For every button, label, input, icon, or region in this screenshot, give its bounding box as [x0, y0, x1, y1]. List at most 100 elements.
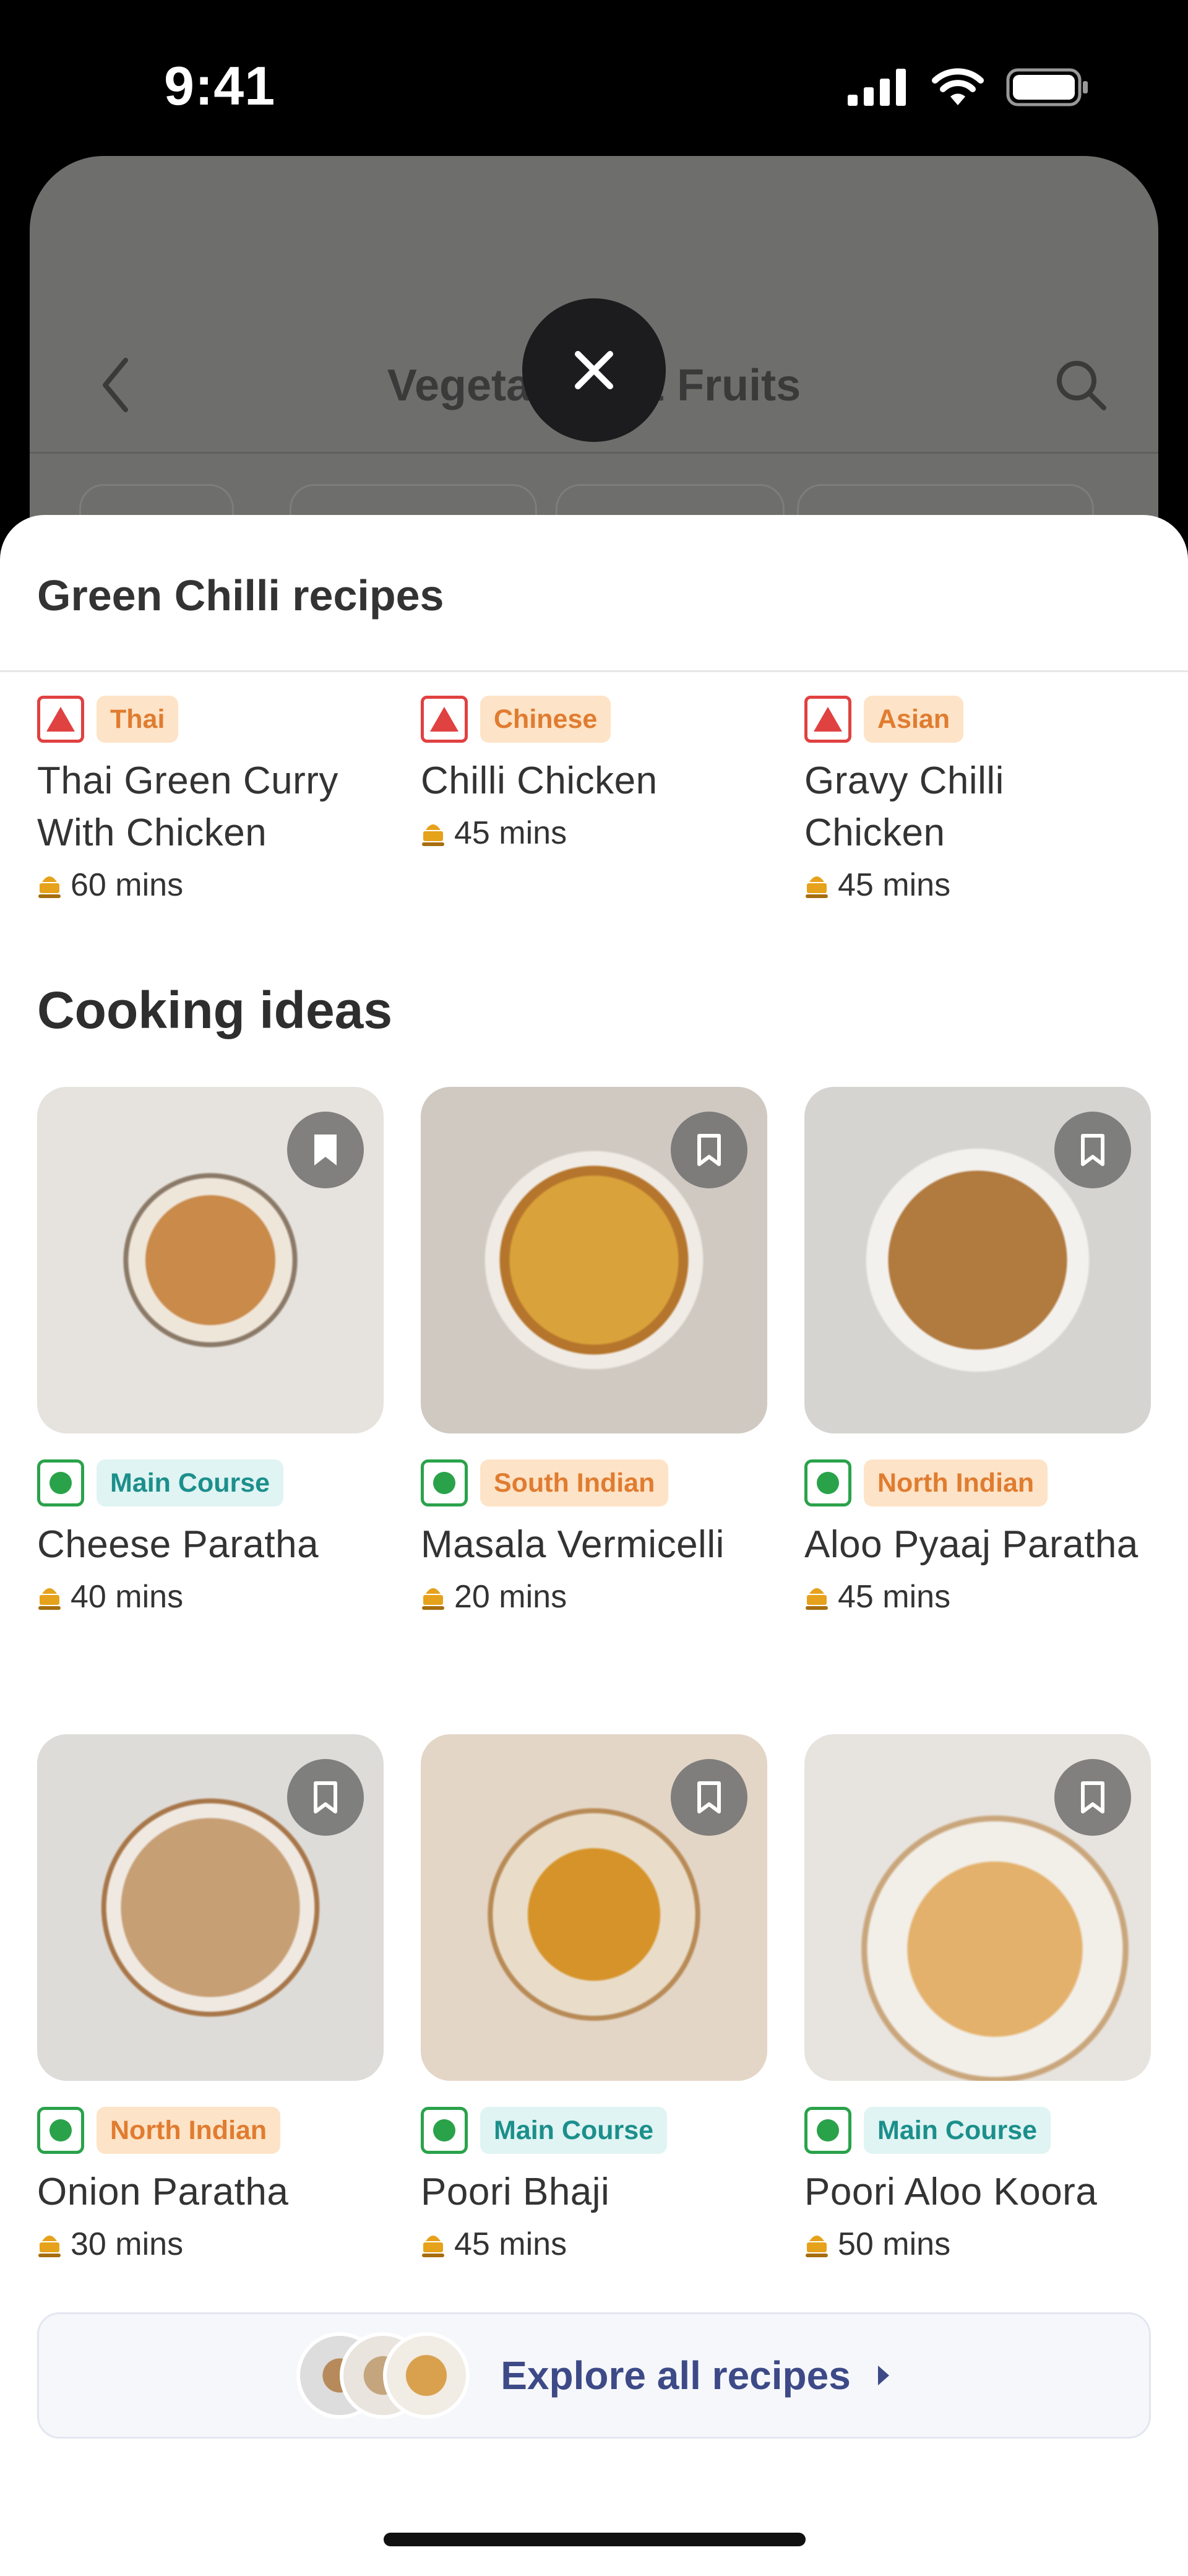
recipes-bottom-sheet: Green Chilli recipes Thai Thai Green Cur… [0, 515, 1188, 2576]
cellular-signal-icon [848, 69, 906, 106]
bookmark-outline-icon [697, 1781, 721, 1813]
cooking-ideas-title: Cooking ideas [37, 981, 393, 1039]
recipe-name: Poori Bhaji [421, 2171, 610, 2213]
cooking-idea-card[interactable]: South Indian Masala Vermicelli 20 mins [421, 1087, 767, 1615]
explore-thumbnails [296, 2332, 476, 2419]
cuisine-tag: Asian [864, 696, 964, 743]
cooking-pot-icon [38, 2236, 61, 2257]
battery-icon [1006, 68, 1088, 106]
recipe-name: Chilli Chicken [421, 759, 658, 802]
recipe-image [37, 1734, 384, 2081]
recipe-tag-row: North Indian [37, 2106, 384, 2155]
cooking-pot-icon [422, 824, 444, 846]
explore-label: Explore all recipes [501, 2353, 851, 2398]
recipe-tag-row: Asian [804, 694, 1151, 744]
recipe-time: 40 mins [37, 1578, 384, 1615]
bookmark-outline-icon [1081, 1781, 1104, 1813]
recipe-tag-row: Main Course [37, 1458, 384, 1508]
recipe-tag-row: Main Course [421, 2106, 767, 2155]
recipe-time: 45 mins [421, 2226, 767, 2263]
recipe-card[interactable]: Asian Gravy Chilli Chicken 45 mins [804, 694, 1151, 904]
cooking-pot-icon [422, 1588, 444, 1610]
recipe-name: Thai Green Curry With Chicken [37, 759, 338, 854]
cooking-pot-icon [38, 876, 61, 898]
recipe-time: 45 mins [804, 1578, 1151, 1615]
close-icon [575, 351, 613, 389]
recipe-name: Poori Aloo Koora [804, 2171, 1098, 2213]
cooking-pot-icon [422, 2236, 444, 2257]
explore-all-recipes-button[interactable]: Explore all recipes [37, 2312, 1151, 2439]
cooking-pot-icon [38, 1588, 61, 1610]
bookmark-filled-icon [314, 1135, 337, 1165]
recipe-name: Gravy Chilli Chicken [804, 759, 1004, 854]
category-tag: Main Course [480, 2107, 668, 2154]
category-tag: South Indian [480, 1459, 669, 1506]
cooking-idea-card[interactable]: North Indian Onion Paratha 30 mins [37, 1734, 384, 2263]
recipe-time-label: 40 mins [71, 1579, 184, 1615]
home-indicator [384, 2533, 806, 2546]
recipe-time-label: 45 mins [454, 2226, 567, 2262]
recipe-image [804, 1087, 1151, 1433]
recipe-time-label: 45 mins [838, 867, 951, 903]
bookmark-button[interactable] [1054, 1759, 1131, 1836]
veg-icon [804, 1459, 851, 1506]
veg-icon [37, 1459, 84, 1506]
recipe-time-label: 20 mins [454, 1579, 567, 1615]
bookmark-button[interactable] [287, 1759, 364, 1836]
status-time: 9:41 [164, 55, 276, 116]
recipe-time-label: 45 mins [838, 1579, 951, 1615]
cooking-pot-icon [806, 2236, 828, 2257]
recipe-tag-row: Chinese [421, 694, 767, 744]
bookmark-button[interactable] [671, 1759, 747, 1836]
recipe-card[interactable]: Thai Thai Green Curry With Chicken 60 mi… [37, 694, 384, 904]
search-icon [1057, 361, 1106, 410]
recipe-time: 30 mins [37, 2226, 384, 2263]
veg-icon [421, 1459, 468, 1506]
recipe-name: Onion Paratha [37, 2171, 289, 2213]
recipe-time: 60 mins [37, 867, 384, 904]
bookmark-button[interactable] [671, 1112, 747, 1188]
recipe-time-label: 30 mins [71, 2226, 184, 2262]
recipe-tag-row: North Indian [804, 1458, 1151, 1508]
veg-icon [37, 2107, 84, 2154]
cooking-pot-icon [806, 1588, 828, 1610]
recipe-card[interactable]: Chinese Chilli Chicken 45 mins [421, 694, 767, 852]
cooking-pot-icon [806, 876, 828, 898]
recipe-image [421, 1734, 767, 2081]
recipe-image [804, 1734, 1151, 2081]
bookmark-outline-icon [697, 1134, 721, 1166]
recipe-name: Masala Vermicelli [421, 1523, 725, 1566]
close-sheet-button[interactable] [522, 298, 666, 442]
recipe-name: Cheese Paratha [37, 1523, 319, 1566]
cooking-idea-card[interactable]: North Indian Aloo Pyaaj Paratha 45 mins [804, 1087, 1151, 1615]
veg-icon [421, 2107, 468, 2154]
recipe-time-label: 50 mins [838, 2226, 951, 2262]
category-tag: North Indian [864, 1459, 1048, 1506]
cuisine-tag: Thai [97, 696, 179, 743]
cooking-idea-card[interactable]: Main Course Poori Bhaji 45 mins [421, 1734, 767, 2263]
recipe-tag-row: Main Course [804, 2106, 1151, 2155]
recipe-tag-row: Thai [37, 694, 384, 744]
recipe-time-label: 60 mins [71, 867, 184, 903]
wifi-icon [932, 68, 984, 105]
recipe-time: 45 mins [804, 867, 1151, 904]
recipe-image [37, 1087, 384, 1433]
recipe-time: 45 mins [421, 815, 767, 852]
veg-icon [804, 2107, 851, 2154]
recipe-time: 20 mins [421, 1578, 767, 1615]
category-tag: Main Course [97, 1459, 284, 1506]
cooking-idea-card[interactable]: Main Course Poori Aloo Koora 50 mins [804, 1734, 1151, 2263]
category-tag: North Indian [97, 2107, 281, 2154]
bookmark-outline-icon [314, 1781, 337, 1813]
non-veg-icon [37, 696, 84, 743]
bookmark-button[interactable] [287, 1112, 364, 1188]
recipe-name: Aloo Pyaaj Paratha [804, 1523, 1138, 1566]
status-icons [848, 68, 1089, 106]
category-tag: Main Course [864, 2107, 1051, 2154]
recipe-tag-row: South Indian [421, 1458, 767, 1508]
cuisine-tag: Chinese [480, 696, 611, 743]
recipe-time-label: 45 mins [454, 815, 567, 851]
cooking-idea-card[interactable]: Main Course Cheese Paratha 40 mins [37, 1087, 384, 1615]
bookmark-button[interactable] [1054, 1112, 1131, 1188]
caret-right-icon [877, 2366, 889, 2385]
